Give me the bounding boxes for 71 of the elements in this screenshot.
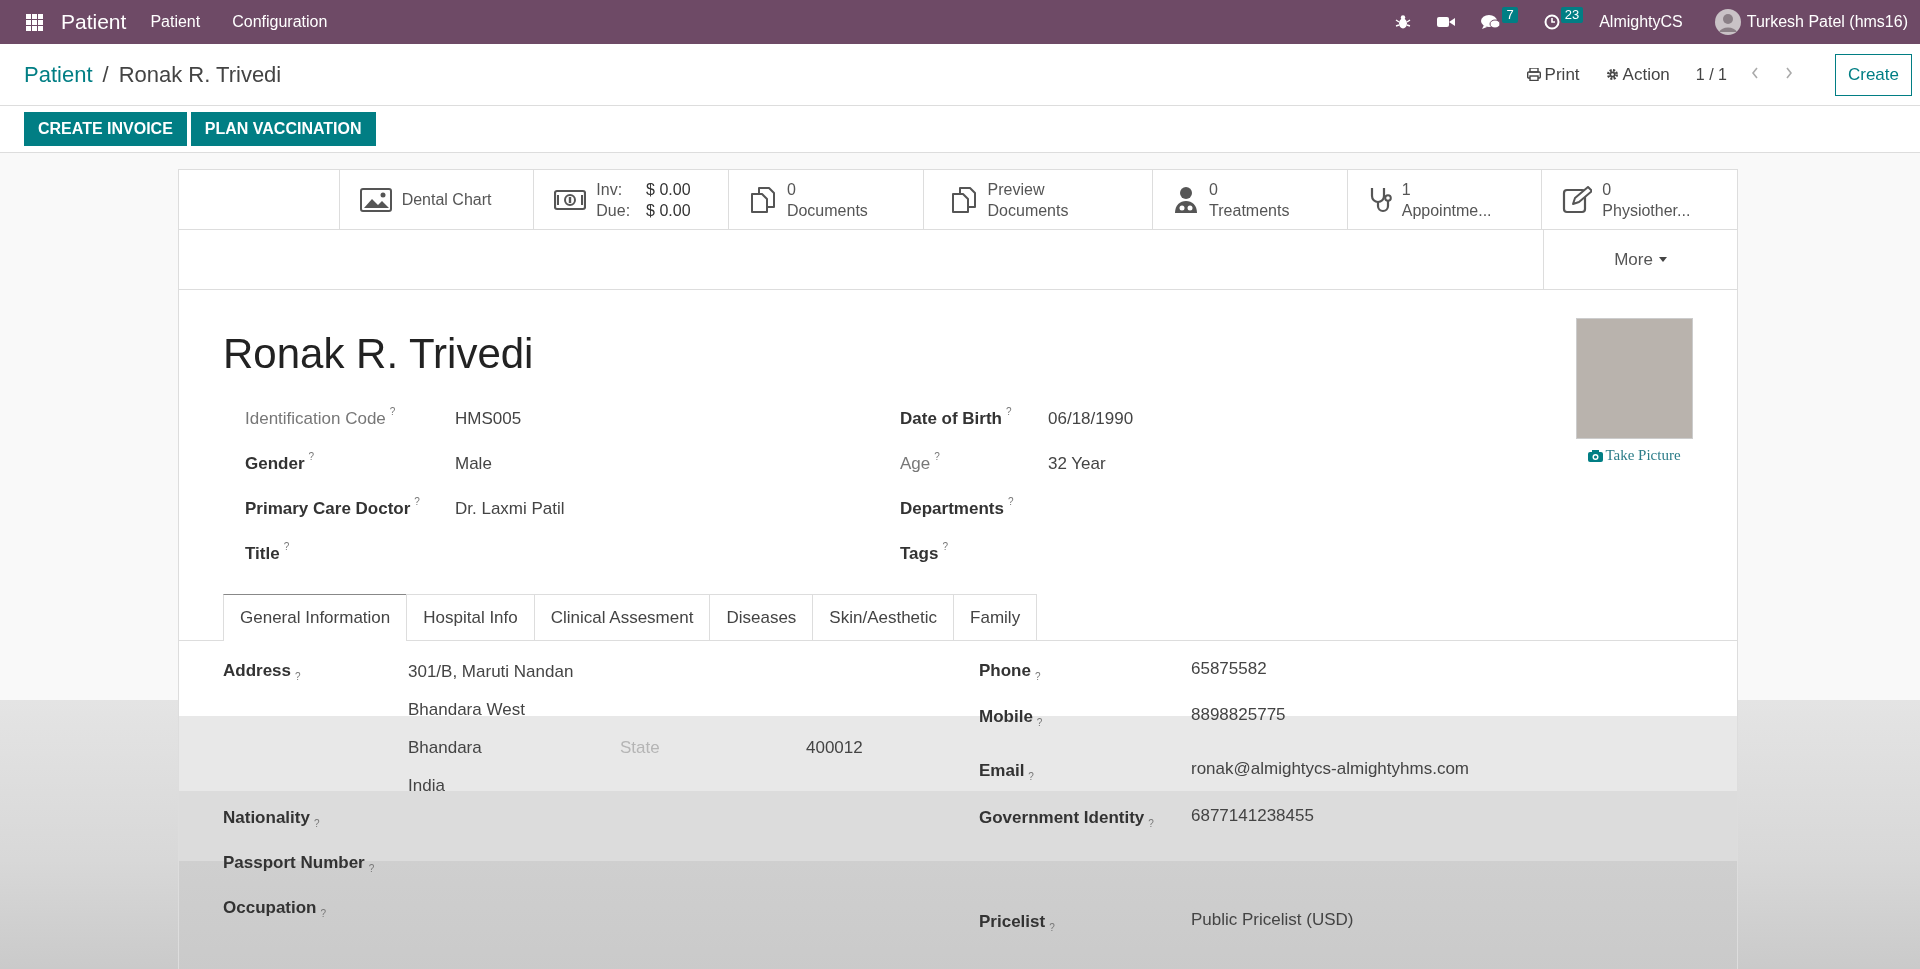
take-picture-link[interactable]: Take Picture <box>1588 447 1681 464</box>
zip-field[interactable]: 400012 <box>806 738 863 758</box>
patient-name: Ronak R. Trivedi <box>223 330 535 378</box>
caret-down-icon <box>1658 257 1667 262</box>
action-button[interactable]: Action <box>1605 64 1670 85</box>
more-dropdown-button[interactable]: More <box>1543 230 1737 289</box>
field-label: Age $^{?}$ <box>900 450 941 475</box>
activities-button[interactable]: 23 <box>1533 10 1594 34</box>
breadcrumb-separator: / <box>102 61 109 88</box>
field-value: 06/18/1990 <box>1048 408 1134 429</box>
video-camera-icon <box>1437 15 1456 29</box>
chat-bubbles-icon <box>1481 14 1502 30</box>
field-value: Male <box>455 453 492 474</box>
smart-button[interactable]: 0 Physiother... <box>1542 170 1737 229</box>
clock-icon <box>1543 14 1560 30</box>
field-label: Departments $^{?}$ <box>900 495 1015 520</box>
pager-value: 1 / 1 <box>1695 65 1727 84</box>
tab[interactable]: General Information <box>223 594 408 641</box>
smart-button[interactable]: 0 Documents <box>728 170 924 229</box>
camera-icon <box>1588 449 1604 462</box>
city-field[interactable]: Bhandara <box>408 738 620 758</box>
app-title[interactable]: Patient <box>61 10 127 34</box>
chevron-right-icon <box>1784 67 1793 79</box>
breadcrumb-link[interactable]: Patient <box>24 61 93 88</box>
header-action-button[interactable]: CREATE INVOICE <box>24 112 187 146</box>
bug-icon <box>1395 14 1412 30</box>
company-switcher[interactable]: AlmightyCS <box>1599 13 1697 31</box>
breadcrumb-current: Ronak R. Trivedi <box>118 61 282 88</box>
message-count-badge: 7 <box>1502 7 1518 23</box>
edit-document-icon <box>1562 185 1593 214</box>
smart-button[interactable]: 1 Appointme... <box>1347 170 1543 229</box>
field-label: Gender $^{?}$ <box>245 450 316 475</box>
smart-button[interactable]: Inv: $ 0.00 Due: $ 0.00 <box>534 170 729 229</box>
activity-count-badge: 23 <box>1560 7 1584 23</box>
gear-icon <box>1605 68 1619 81</box>
field-label: Identification Code $^{?}$ <box>245 405 397 430</box>
field-label: Title $^{?}$ <box>245 540 291 565</box>
smart-button[interactable]: Preview Documents <box>923 170 1154 229</box>
picture-icon <box>359 187 392 212</box>
field-label: Primary Care Doctor $^{?}$ <box>245 495 421 520</box>
print-button[interactable]: Print <box>1526 64 1580 85</box>
doctor-icon <box>1173 185 1200 214</box>
field-value: Dr. Laxmi Patil <box>455 498 565 519</box>
field-value: 32 Year <box>1048 453 1106 474</box>
field-label: Date of Birth $^{?}$ <box>900 405 1013 430</box>
grid-icon <box>26 13 43 31</box>
chevron-left-icon <box>1750 67 1759 79</box>
banknote-icon <box>554 188 587 211</box>
street2-field[interactable]: Bhandara West <box>408 700 863 720</box>
field-value: ronak@almightycs-almightyhms.com <box>1191 759 1469 779</box>
smart-button[interactable]: Dental Chart <box>339 170 535 229</box>
create-button[interactable]: Create <box>1834 53 1912 96</box>
tab[interactable]: Family <box>953 594 1038 640</box>
avatar-icon <box>1714 9 1741 35</box>
messages-button[interactable]: 7 <box>1471 10 1528 34</box>
field-value: 6877141238455 <box>1191 806 1314 826</box>
field-value: 65875582 <box>1191 659 1267 679</box>
menu-item[interactable]: Patient <box>150 13 215 31</box>
smart-button[interactable]: 0 Treatments <box>1153 170 1348 229</box>
print-icon <box>1526 68 1541 81</box>
field-value: 8898825775 <box>1191 705 1286 725</box>
field-value: HMS005 <box>455 408 522 429</box>
menu-item[interactable]: Configuration <box>232 13 342 31</box>
documents-icon <box>748 185 777 214</box>
field-label: Tags $^{?}$ <box>900 540 949 565</box>
user-menu[interactable]: Turkesh Patel (hms16) <box>1714 9 1908 35</box>
country-field[interactable]: India <box>408 776 863 796</box>
header-action-button[interactable]: PLAN VACCINATION <box>190 112 376 146</box>
street-field[interactable]: 301/B, Maruti Nandan <box>408 662 863 682</box>
field-value: Public Pricelist (USD) <box>1191 910 1354 930</box>
documents-icon <box>949 185 978 214</box>
